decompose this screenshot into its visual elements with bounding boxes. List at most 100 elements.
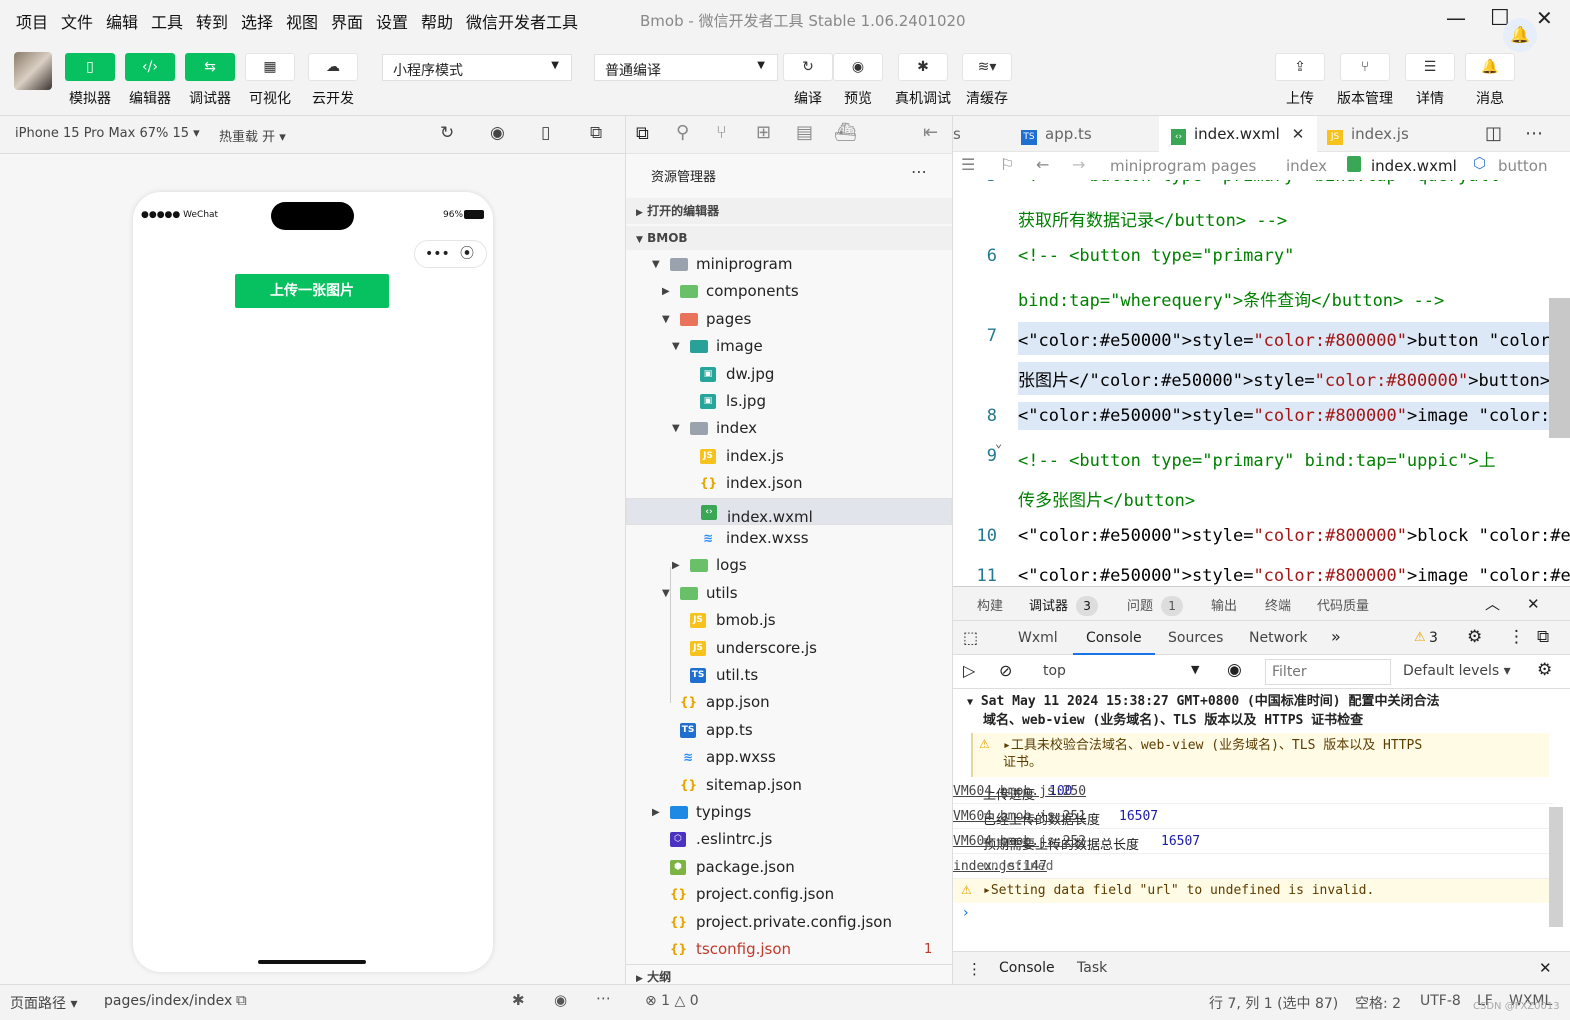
close-icon[interactable]: ✕ [1292,125,1305,143]
window-icon[interactable]: ⧉ [590,123,602,143]
prompt-icon[interactable]: › [963,905,969,921]
avatar[interactable] [14,52,52,90]
tree-item[interactable]: {} project.private.config.json [626,909,952,936]
eye-icon[interactable]: ◉ [554,991,567,1009]
menu-item[interactable]: 选择 [241,9,273,33]
tab-index-js[interactable]: JS index.js [1317,116,1467,152]
tree-item[interactable]: ▼ index [626,415,952,442]
tab-index-wxml[interactable]: ‹› index.wxml ✕ [1159,116,1317,152]
messages-button[interactable]: 消息 [1460,88,1520,108]
breadcrumb-item[interactable]: pages [1211,157,1256,175]
editor-scrollbar[interactable] [1549,298,1570,438]
console-scrollbar[interactable] [1549,807,1563,927]
tree-item[interactable]: JS bmob.js [626,607,952,634]
code-line[interactable]: <!-- <button type="primary" bind:tap="up… [1018,446,1496,471]
menu-icon[interactable]: ☰ [1405,53,1455,81]
tree-item[interactable]: TS util.ts [626,662,952,689]
close-icon[interactable]: ✕ [1527,595,1540,613]
tree-item[interactable]: TS app.ts [626,717,952,744]
notification-icon[interactable]: 🔔 [1503,18,1537,52]
bug-icon[interactable]: ✱ [512,991,525,1009]
console-log-row[interactable]: 预期需要上传的数据总长度 16507 VM604 bmob.js:252 [953,829,1553,854]
hot-reload-toggle[interactable]: 热重载 开 ▾ [219,126,286,145]
details-button[interactable]: 详情 [1400,88,1460,108]
tree-item[interactable]: ▼ image [626,333,952,360]
layers-icon[interactable]: ≋▾ [962,53,1012,81]
compile-select[interactable]: 普通编译 ▼ [594,54,778,81]
tree-item[interactable]: ▼ pages [626,306,952,333]
eye-icon[interactable]: ◉ [833,53,883,81]
filter-input[interactable] [1265,659,1391,685]
menu-item[interactable]: 工具 [151,9,183,33]
phone-icon[interactable]: ▯ [541,123,550,143]
tree-item[interactable]: ▼ miniprogram [626,251,952,278]
code-line[interactable]: <!-- <button type="primary" bind:tap="qu… [1018,180,1520,186]
tree-item[interactable]: ▶ typings [626,799,952,826]
tree-item[interactable]: ▶ components [626,278,952,305]
cursor-position[interactable]: 行 7, 列 1 (选中 87) [1209,993,1338,1013]
drawer-tab-console[interactable]: Console [987,952,1067,986]
tab-app-ts[interactable]: TS app.ts [1011,116,1159,152]
code-line[interactable]: <!-- <button type="primary" [1018,246,1294,266]
tree-item[interactable]: ‹› index.wxml [626,497,952,526]
chevron-right-icon[interactable]: ▶ [662,278,670,305]
remote-debug-button[interactable]: 真机调试 [890,88,956,108]
more-icon[interactable]: ⋯ [596,989,611,1007]
undock-icon[interactable]: ⧉ [1537,627,1549,647]
devtools-tab[interactable]: 终端 [1265,595,1291,614]
git-icon[interactable]: ⑂ [716,122,727,143]
tree-item[interactable]: ≋ index.wxss [626,525,952,552]
chevron-down-icon[interactable]: ▼ [662,306,670,333]
code-line[interactable]: 获取所有数据记录</button> --> [1018,206,1287,231]
menu-item[interactable]: 界面 [331,9,363,33]
menu-item[interactable]: 视图 [286,9,318,33]
simulator-button[interactable]: 模拟器 [60,88,120,108]
chevron-down-icon[interactable]: ▼ [672,415,680,442]
tree-item[interactable]: {} tsconfig.json 1 [626,936,952,963]
tree-item[interactable]: ⬡ .eslintrc.js [626,826,952,853]
menu-item[interactable]: 帮助 [421,9,453,33]
console-log-row[interactable]: 上传进度 100 VM604 bmob.js:250 [953,779,1553,804]
tree-item[interactable]: ⬢ package.json [626,854,952,881]
console-log-row[interactable]: undefined index.js:147 [953,854,1553,879]
drawer-tab-task[interactable]: Task [1077,960,1107,976]
debugger-button[interactable]: 调试器 [180,88,240,108]
storage-icon[interactable]: ▤ [796,122,813,143]
console-log-row[interactable]: 已经上传的数据长度 16507 VM604 bmob.js:251 [953,804,1553,829]
devtools-tab[interactable]: 问题 1 [1127,595,1184,616]
breadcrumb-item[interactable]: index.wxml [1371,157,1457,175]
bookmark-icon[interactable]: ⚐ [1000,155,1014,174]
forward-icon[interactable]: → [1072,155,1085,174]
gear-icon[interactable]: ⚙ [1467,627,1482,647]
back-icon[interactable]: ← [1036,155,1049,174]
split-icon[interactable]: ◫ [1485,116,1502,152]
tab-overflow[interactable]: s [953,116,1011,152]
upload-icon[interactable]: ⇪ [1275,53,1325,81]
devtools-tab[interactable]: 调试器 3 [1029,595,1099,616]
tree-item[interactable]: {} app.json [626,689,952,716]
levels-select[interactable]: Default levels ▾ [1403,663,1511,679]
tab-network[interactable]: Network [1249,630,1307,646]
breadcrumb-item[interactable]: miniprogram [1110,157,1206,175]
chevron-right-icon[interactable]: ▶ [672,552,680,579]
upload-button[interactable]: 上传 [1270,88,1330,108]
rotate-icon[interactable]: ↻ [440,123,454,143]
code-line[interactable]: <"color:#e50000">style="color:#800000">b… [1018,322,1570,355]
chevron-down-icon[interactable]: ▼ [662,580,670,607]
close-icon[interactable]: ✕ [1539,959,1552,977]
log-source-link[interactable]: VM604 bmob.js:252 [953,834,1513,849]
tree-item[interactable]: JS underscore.js [626,635,952,662]
clear-cache-button[interactable]: 清缓存 [957,88,1017,108]
code-line[interactable]: <"color:#e50000">style="color:#800000">i… [1018,566,1570,586]
devtools-tab[interactable]: 代码质量 [1317,595,1369,614]
collapse-icon[interactable]: ⇤ [923,122,938,143]
target-icon[interactable]: ⦿ [460,241,474,267]
code-line[interactable]: <"color:#e50000">style="color:#800000">i… [1018,402,1570,430]
tab-sources[interactable]: Sources [1168,630,1223,646]
docker-icon[interactable]: ⛴ [834,122,857,143]
tree-item[interactable]: ▼ utils [626,580,952,607]
encoding-setting[interactable]: UTF-8 [1420,993,1461,1009]
upload-image-button[interactable]: 上传一张图片 [235,274,389,308]
indent-setting[interactable]: 空格: 2 [1355,993,1401,1013]
bell-icon[interactable]: 🔔 [1465,53,1515,81]
